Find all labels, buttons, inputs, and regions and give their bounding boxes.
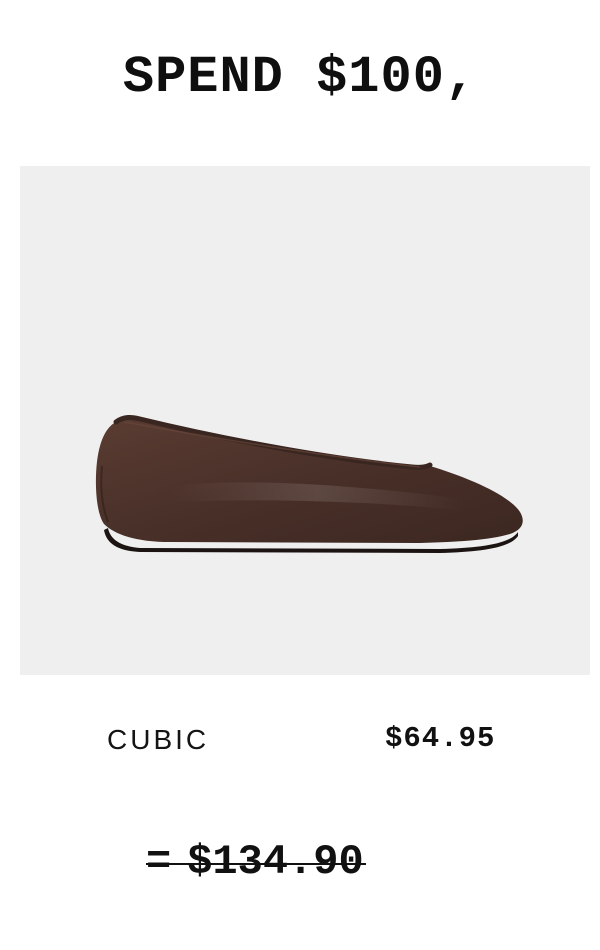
product-image[interactable] [20, 166, 590, 675]
product-name[interactable]: CUBIC [107, 724, 209, 756]
equals-sign: = [146, 838, 172, 886]
original-total-price: $134.90 [187, 838, 364, 886]
strikethrough-line [146, 863, 366, 865]
total-row: = $134.90 [146, 838, 366, 886]
headline: SPEND $100, [122, 48, 478, 107]
shoe-illustration [95, 414, 523, 553]
product-price: $64.95 [385, 722, 496, 755]
